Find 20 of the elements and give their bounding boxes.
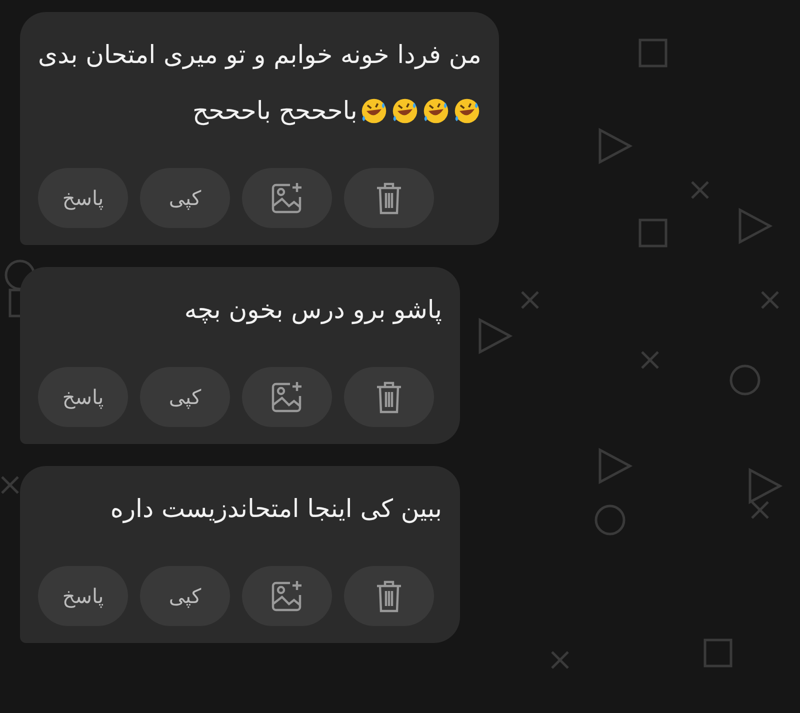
action-button[interactable]: پاسخ (38, 168, 128, 228)
message-text: من فردا خونه خوابم و تو میری امتحان بدی (38, 39, 482, 72)
laughing-emoji-icon (453, 97, 482, 125)
laughing-emoji-icon (422, 97, 450, 125)
message-text: پاشو برو درس بخون بچه (184, 294, 442, 326)
add-image-icon (270, 579, 304, 613)
action-button[interactable]: پاسخ (38, 367, 128, 427)
laughing-emoji-icon (391, 97, 420, 125)
action-button[interactable]: کپی (140, 367, 230, 427)
add-image-icon (270, 380, 304, 414)
action-button[interactable]: کپی (140, 168, 230, 228)
trash-icon (374, 579, 404, 613)
trash-icon (374, 181, 404, 215)
trash-icon (374, 380, 404, 414)
message-text: ببین کی اینجا امتحاندزیست داره (110, 493, 442, 526)
action-button[interactable]: کپی (140, 566, 230, 626)
add-image-icon (270, 181, 304, 215)
laughing-emoji-icon (360, 97, 388, 125)
action-button[interactable]: پاسخ (38, 566, 128, 626)
message-text: باحححح باحححح (192, 95, 358, 128)
